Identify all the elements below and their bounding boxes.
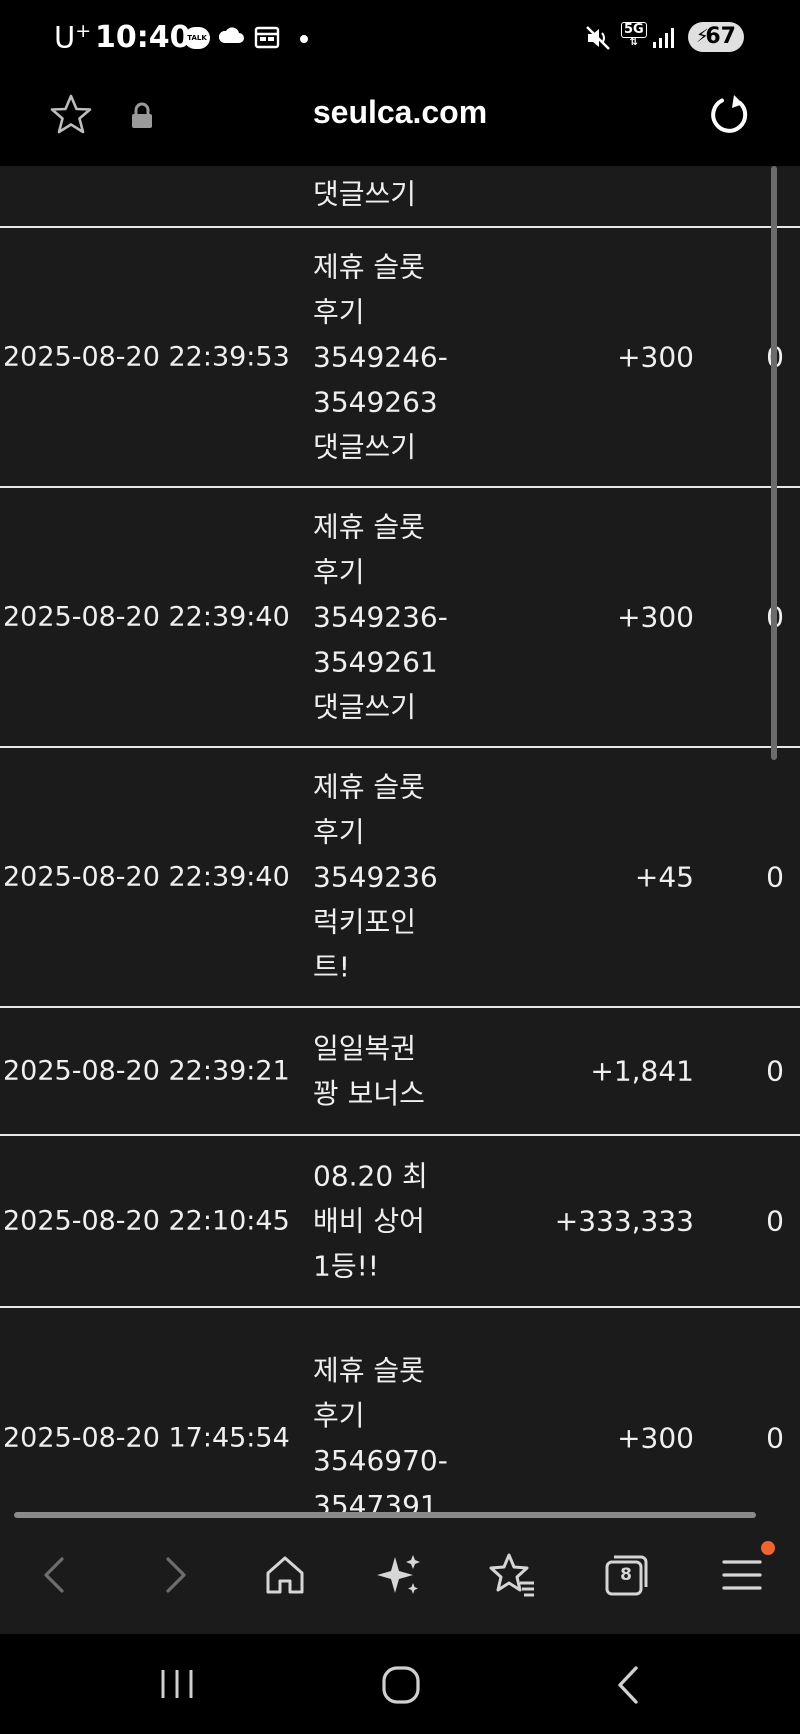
row-description: 댓글쓰기: [313, 177, 417, 211]
row-date: 2025-08-20 22:10:45: [3, 1205, 290, 1237]
network-type-icon: 5G ⇅: [621, 22, 647, 48]
ai-sparkle-icon[interactable]: [373, 1549, 425, 1601]
browser-address-bar: seulca.com: [0, 78, 800, 167]
row-point: +300: [617, 340, 694, 374]
forward-icon[interactable]: [148, 1549, 200, 1601]
table-row: 2025-08-20 22:39:40 제휴 슬롯 후기 3549236- 35492…: [0, 488, 800, 748]
row-point: +300: [617, 1421, 694, 1455]
table-row: 2025-08-20 22:39:40 제휴 슬롯 후기 3549236 럭키포인 트!…: [0, 748, 800, 1008]
row-date: 2025-08-20 22:39:53: [3, 341, 290, 373]
vertical-scrollbar[interactable]: [771, 166, 777, 760]
table-row: 댓글쓰기: [0, 166, 800, 228]
menu-icon[interactable]: [716, 1549, 768, 1601]
carrier-label: U+: [54, 20, 92, 55]
row-description: 08.20 최 배비 상어 1등!!: [313, 1159, 428, 1283]
row-date: 2025-08-20 22:39:21: [3, 1055, 290, 1087]
home-icon[interactable]: [259, 1549, 311, 1601]
reload-icon[interactable]: [706, 92, 752, 138]
row-point: +1,841: [590, 1054, 694, 1088]
row-description: 제휴 슬롯 후기 3549236- 3549261 댓글쓰기: [313, 510, 448, 724]
calendar-icon: [254, 26, 280, 49]
tabs-count: 8: [620, 1565, 632, 1585]
url-text[interactable]: seulca.com: [0, 94, 800, 131]
row-balance: 0: [766, 860, 784, 894]
row-date: 2025-08-20 17:45:54: [3, 1422, 290, 1454]
status-bar: U+ 10:40 TALK 5G ⇅ ⚡ 67: [0, 0, 800, 78]
row-balance: 0: [766, 1054, 784, 1088]
point-history-table[interactable]: 댓글쓰기 2025-08-20 22:39:53 제휴 슬롯 후기 3549246-…: [0, 166, 800, 1519]
more-notifications-dot: [300, 35, 308, 43]
talk-notification-icon: TALK: [184, 27, 210, 49]
menu-notification-dot: [761, 1541, 775, 1555]
charging-icon: ⚡: [696, 26, 709, 47]
back-icon[interactable]: [30, 1549, 82, 1601]
row-description: 제휴 슬롯 후기 3546970- 3547391: [313, 1354, 448, 1519]
back-nav-icon[interactable]: [608, 1664, 648, 1706]
signal-icon: [653, 28, 674, 48]
recent-apps-icon[interactable]: [157, 1664, 197, 1704]
row-balance: 0: [766, 1421, 784, 1455]
bookmarks-icon[interactable]: [487, 1549, 539, 1601]
system-navigation-bar: [0, 1634, 800, 1734]
table-row: 2025-08-20 17:45:54 제휴 슬롯 후기 3546970- 35473…: [0, 1308, 800, 1519]
row-date: 2025-08-20 22:39:40: [3, 601, 290, 633]
row-point: +300: [617, 600, 694, 634]
row-description: 제휴 슬롯 후기 3549246- 3549263 댓글쓰기: [313, 250, 448, 464]
tabs-button[interactable]: 8: [601, 1549, 653, 1601]
row-balance: 0: [766, 1204, 784, 1238]
row-description: 제휴 슬롯 후기 3549236 럭키포인 트!: [313, 770, 438, 984]
horizontal-scrollbar[interactable]: [14, 1512, 756, 1518]
mute-icon: [586, 26, 610, 50]
row-point: +333,333: [554, 1204, 694, 1238]
table-row: 2025-08-20 22:39:21 일일복권 꽝 보너스 +1,841 0: [0, 1008, 800, 1136]
battery-indicator: ⚡ 67: [688, 22, 744, 52]
home-nav-icon[interactable]: [380, 1664, 422, 1706]
table-row: 2025-08-20 22:10:45 08.20 최 배비 상어 1등!! +33…: [0, 1136, 800, 1308]
browser-toolbar: 8: [0, 1519, 800, 1634]
row-date: 2025-08-20 22:39:40: [3, 861, 290, 893]
row-point: +45: [634, 860, 694, 894]
table-row: 2025-08-20 22:39:53 제휴 슬롯 후기 3549246- 35492…: [0, 228, 800, 488]
row-description: 일일복권 꽝 보너스: [313, 1032, 425, 1110]
cloud-icon: [218, 27, 244, 43]
clock: 10:40: [95, 20, 191, 55]
